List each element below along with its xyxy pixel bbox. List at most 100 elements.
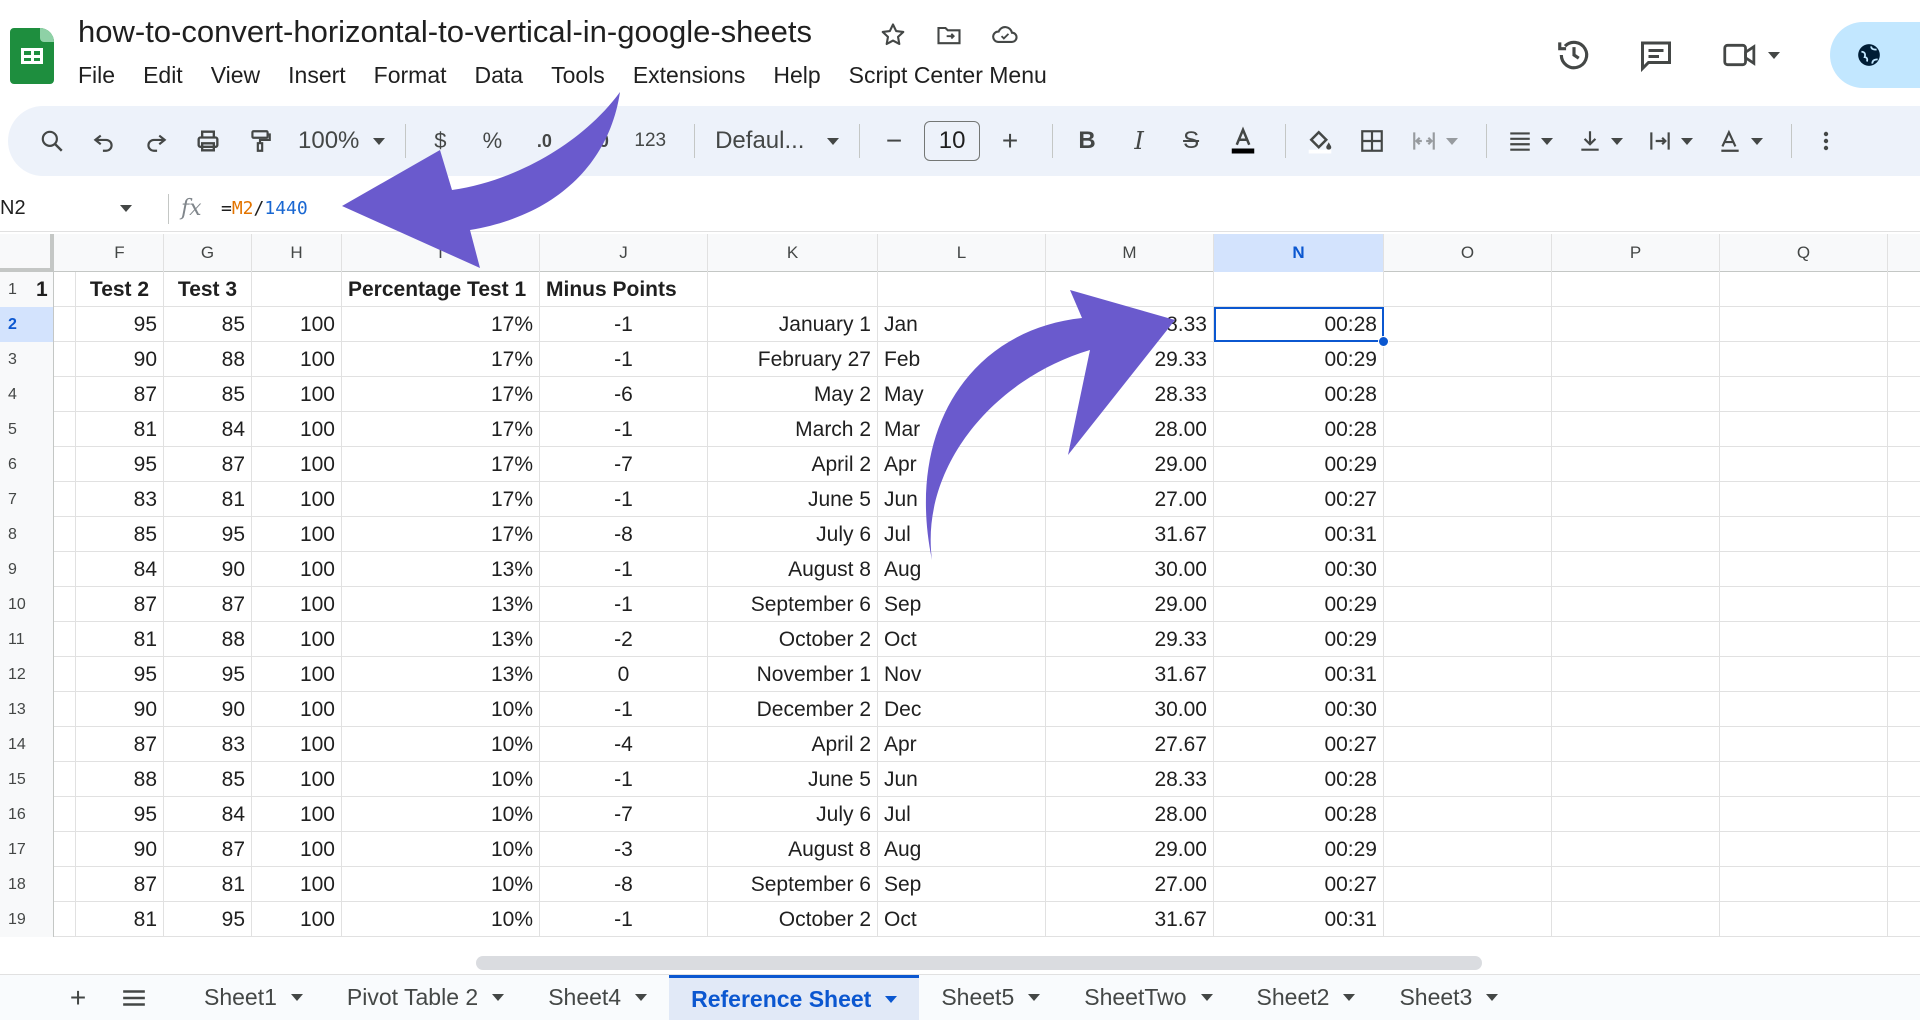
grid-cell[interactable]: -8: [540, 517, 708, 552]
chevron-down-icon[interactable]: [1343, 994, 1356, 1001]
grid-cell[interactable]: -8: [540, 867, 708, 902]
grid-cell[interactable]: [1552, 307, 1720, 342]
grid-cell[interactable]: [1384, 902, 1552, 937]
borders-icon[interactable]: [1350, 119, 1394, 163]
grid-cell[interactable]: 88: [76, 762, 164, 797]
grid-cell[interactable]: [30, 622, 76, 657]
grid-cell[interactable]: April 2: [708, 447, 878, 482]
comments-icon[interactable]: [1626, 27, 1686, 83]
grid-cell[interactable]: 90: [164, 552, 252, 587]
font-size-input[interactable]: 10: [924, 121, 981, 161]
decrease-decimal-button[interactable]: .0: [522, 119, 566, 163]
grid-cell[interactable]: March 2: [708, 412, 878, 447]
grid-cell[interactable]: Dec: [878, 692, 1046, 727]
grid-cell[interactable]: -3: [540, 832, 708, 867]
grid-cell[interactable]: [1720, 867, 1888, 902]
grid-cell[interactable]: 95: [76, 447, 164, 482]
grid-cell[interactable]: 17%: [342, 307, 540, 342]
grid-cell[interactable]: October 2: [708, 902, 878, 937]
name-box[interactable]: N2: [0, 186, 140, 232]
grid-cell[interactable]: [1720, 272, 1888, 307]
grid-cell[interactable]: 84: [164, 412, 252, 447]
grid-cell[interactable]: 83: [164, 727, 252, 762]
grid-cell[interactable]: [1720, 797, 1888, 832]
grid-cell[interactable]: August 8: [708, 832, 878, 867]
grid-cell[interactable]: 100: [252, 622, 342, 657]
grid-cell[interactable]: [1384, 272, 1552, 307]
grid-cell[interactable]: -1: [540, 482, 708, 517]
sheet-tab[interactable]: SheetTwo: [1062, 975, 1234, 1020]
menu-extensions[interactable]: Extensions: [633, 62, 760, 89]
grid-cell[interactable]: 00:29: [1214, 447, 1384, 482]
menu-file[interactable]: File: [78, 62, 129, 89]
grid-cell[interactable]: 10%: [342, 832, 540, 867]
grid-cell[interactable]: [30, 552, 76, 587]
grid-cell[interactable]: [1552, 902, 1720, 937]
grid-cell[interactable]: [1552, 762, 1720, 797]
grid-cell[interactable]: 95: [164, 902, 252, 937]
more-options-icon[interactable]: [1804, 119, 1848, 163]
grid-cell[interactable]: [30, 342, 76, 377]
select-all-corner[interactable]: [0, 234, 54, 272]
sheet-tab[interactable]: Sheet5: [919, 975, 1062, 1020]
grid-cell[interactable]: 31.67: [1046, 657, 1214, 692]
grid-cell[interactable]: 00:27: [1214, 867, 1384, 902]
grid-cell[interactable]: 10%: [342, 762, 540, 797]
version-history-icon[interactable]: [1544, 27, 1604, 83]
grid-cell[interactable]: Apr: [878, 727, 1046, 762]
grid-cell[interactable]: 00:28: [1214, 412, 1384, 447]
grid-cell[interactable]: [30, 517, 76, 552]
grid-cell[interactable]: -7: [540, 447, 708, 482]
grid-cell[interactable]: 87: [164, 587, 252, 622]
grid-cell[interactable]: 30.00: [1046, 692, 1214, 727]
paint-format-icon[interactable]: [238, 119, 282, 163]
grid-cell[interactable]: [1720, 692, 1888, 727]
menu-format[interactable]: Format: [374, 62, 461, 89]
grid-cell[interactable]: June 5: [708, 482, 878, 517]
grid-cell[interactable]: 90: [76, 832, 164, 867]
grid-cell[interactable]: November 1: [708, 657, 878, 692]
grid-cell[interactable]: 100: [252, 482, 342, 517]
star-icon[interactable]: [876, 18, 910, 52]
grid-cell[interactable]: [1552, 272, 1720, 307]
grid-cell[interactable]: Jul: [878, 797, 1046, 832]
move-to-folder-icon[interactable]: [932, 18, 966, 52]
grid-cell[interactable]: August 8: [708, 552, 878, 587]
grid-cell[interactable]: -1: [540, 762, 708, 797]
share-button[interactable]: [1830, 22, 1920, 88]
grid-cell[interactable]: [1384, 727, 1552, 762]
search-menus-icon[interactable]: [30, 119, 74, 163]
grid-cell[interactable]: 29.33: [1046, 622, 1214, 657]
grid-cell[interactable]: [1552, 482, 1720, 517]
grid-cell[interactable]: Feb: [878, 342, 1046, 377]
grid-cell[interactable]: 85: [164, 307, 252, 342]
grid-cell[interactable]: [30, 867, 76, 902]
grid-cell[interactable]: 100: [252, 902, 342, 937]
grid-cell[interactable]: [1720, 657, 1888, 692]
grid-cell[interactable]: 87: [76, 587, 164, 622]
horizontal-scrollbar[interactable]: [476, 956, 1482, 970]
sheet-tab[interactable]: Sheet1: [182, 975, 325, 1020]
grid-cell[interactable]: Minus Points: [540, 272, 708, 307]
grid-cell[interactable]: 100: [252, 797, 342, 832]
grid-cell[interactable]: 00:29: [1214, 622, 1384, 657]
grid-cell[interactable]: 87: [164, 832, 252, 867]
grid-cell[interactable]: [1384, 692, 1552, 727]
print-icon[interactable]: [186, 119, 230, 163]
grid-cell[interactable]: Aug: [878, 552, 1046, 587]
grid-cell[interactable]: [1384, 412, 1552, 447]
grid-cell[interactable]: [1552, 622, 1720, 657]
grid-cell[interactable]: 88: [164, 342, 252, 377]
menu-tools[interactable]: Tools: [551, 62, 619, 89]
grid-cell[interactable]: 0: [540, 657, 708, 692]
grid-cell[interactable]: 100: [252, 517, 342, 552]
grid-cell[interactable]: 17%: [342, 377, 540, 412]
grid-cell[interactable]: [30, 482, 76, 517]
fill-color-icon[interactable]: [1298, 119, 1342, 163]
grid-cell[interactable]: 00:30: [1214, 692, 1384, 727]
grid-cell[interactable]: Jan: [878, 307, 1046, 342]
grid-cell[interactable]: [1552, 552, 1720, 587]
grid-cell[interactable]: 100: [252, 692, 342, 727]
grid-cell[interactable]: May 2: [708, 377, 878, 412]
grid-cell[interactable]: 81: [76, 902, 164, 937]
